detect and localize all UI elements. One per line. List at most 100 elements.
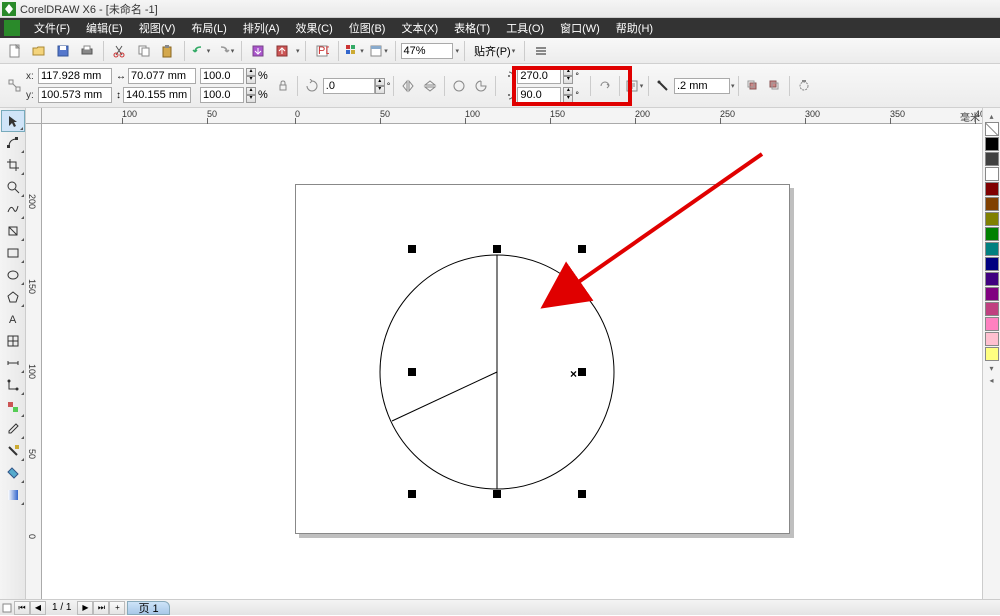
text-tool[interactable]: A: [1, 308, 25, 330]
crop-tool[interactable]: [1, 154, 25, 176]
scale-x-input[interactable]: 100.0: [200, 68, 244, 84]
open-button[interactable]: [28, 40, 50, 62]
app-launcher-button[interactable]: ▾: [344, 40, 366, 62]
swatch[interactable]: [985, 152, 999, 166]
menu-help[interactable]: 帮助(H): [608, 20, 661, 36]
menu-arrange[interactable]: 排列(A): [235, 20, 288, 36]
last-page-button[interactable]: ⏭: [93, 601, 109, 615]
menu-table[interactable]: 表格(T): [446, 20, 498, 36]
rectangle-tool[interactable]: [1, 242, 25, 264]
dimension-tool[interactable]: [1, 352, 25, 374]
swatch[interactable]: [985, 302, 999, 316]
prev-page-button[interactable]: ◀: [30, 601, 46, 615]
shape-tool[interactable]: [1, 132, 25, 154]
undo-button[interactable]: ▾: [190, 40, 212, 62]
handle-tr[interactable]: [578, 245, 586, 253]
menu-tools[interactable]: 工具(O): [498, 20, 552, 36]
height-input[interactable]: 140.155 mm: [123, 87, 191, 103]
menu-view[interactable]: 视图(V): [131, 20, 184, 36]
smart-fill-tool[interactable]: [1, 220, 25, 242]
handle-ml[interactable]: [408, 368, 416, 376]
convert-to-curves-button[interactable]: [793, 75, 815, 97]
export-button[interactable]: [271, 40, 293, 62]
palette-scroll-down[interactable]: ▾: [989, 364, 993, 373]
lock-ratio-button[interactable]: [272, 75, 294, 97]
pie-button[interactable]: [448, 75, 470, 97]
canvas-area[interactable]: 毫米 10050050100150200250300350400 2001501…: [26, 108, 982, 599]
rotation-input[interactable]: .0: [323, 78, 375, 94]
fill-tool[interactable]: [1, 462, 25, 484]
interactive-fill-tool[interactable]: [1, 484, 25, 506]
swatch[interactable]: [985, 197, 999, 211]
menu-effects[interactable]: 效果(C): [288, 20, 341, 36]
mirror-h-button[interactable]: [397, 75, 419, 97]
to-back-button[interactable]: [764, 75, 786, 97]
to-front-button[interactable]: [742, 75, 764, 97]
scale-y-down[interactable]: ▾: [246, 95, 256, 103]
page-tab-1[interactable]: 页 1: [127, 601, 169, 615]
width-input[interactable]: 70.077 mm: [128, 68, 196, 84]
swatch[interactable]: [985, 347, 999, 361]
swatch[interactable]: [985, 212, 999, 226]
rot-down[interactable]: ▾: [375, 86, 385, 94]
zoom-input[interactable]: 47%: [401, 43, 453, 59]
connector-tool[interactable]: [1, 374, 25, 396]
menu-bitmaps[interactable]: 位图(B): [341, 20, 394, 36]
canvas[interactable]: ×: [42, 124, 982, 599]
handle-bl[interactable]: [408, 490, 416, 498]
menu-window[interactable]: 窗口(W): [552, 20, 608, 36]
handle-mr[interactable]: [578, 368, 586, 376]
swatch[interactable]: [985, 182, 999, 196]
scale-x-up[interactable]: ▴: [246, 68, 256, 76]
freehand-tool[interactable]: [1, 198, 25, 220]
first-page-button[interactable]: ⏮: [14, 601, 30, 615]
y-input[interactable]: 100.573 mm: [38, 87, 112, 103]
rot-up[interactable]: ▴: [375, 78, 385, 86]
swatch[interactable]: [985, 242, 999, 256]
menu-edit[interactable]: 编辑(E): [78, 20, 131, 36]
swatch[interactable]: [985, 167, 999, 181]
pick-tool[interactable]: [1, 110, 25, 132]
zoom-tool[interactable]: [1, 176, 25, 198]
scale-y-up[interactable]: ▴: [246, 87, 256, 95]
next-page-button[interactable]: ▶: [77, 601, 93, 615]
center-marker[interactable]: ×: [570, 367, 577, 381]
interactive-tool[interactable]: [1, 396, 25, 418]
swatch[interactable]: [985, 137, 999, 151]
menu-file[interactable]: 文件(F): [26, 20, 78, 36]
snap-dropdown[interactable]: 贴齐(P) ▾: [470, 43, 519, 59]
outline-width-input[interactable]: .2 mm: [674, 78, 730, 94]
ellipse-tool[interactable]: [1, 264, 25, 286]
scale-x-down[interactable]: ▾: [246, 76, 256, 84]
palette-flyout[interactable]: ◂: [989, 376, 993, 385]
handle-br[interactable]: [578, 490, 586, 498]
handle-bm[interactable]: [493, 490, 501, 498]
cut-button[interactable]: [109, 40, 131, 62]
pie-shape[interactable]: [412, 249, 582, 494]
handle-tm[interactable]: [493, 245, 501, 253]
options-button[interactable]: [530, 40, 552, 62]
swatch[interactable]: [985, 272, 999, 286]
copy-button[interactable]: [133, 40, 155, 62]
outline-tool[interactable]: [1, 440, 25, 462]
swatch[interactable]: [985, 227, 999, 241]
x-input[interactable]: 117.928 mm: [38, 68, 112, 84]
mirror-v-button[interactable]: [419, 75, 441, 97]
swatch[interactable]: [985, 317, 999, 331]
outline-dropdown[interactable]: ▾: [731, 82, 735, 90]
print-button[interactable]: [76, 40, 98, 62]
eyedropper-tool[interactable]: [1, 418, 25, 440]
swatch[interactable]: [985, 287, 999, 301]
ruler-origin[interactable]: [26, 108, 42, 124]
welcome-button[interactable]: ▾: [368, 40, 390, 62]
table-tool[interactable]: [1, 330, 25, 352]
swatch[interactable]: [985, 332, 999, 346]
ruler-horizontal[interactable]: 毫米 10050050100150200250300350400: [42, 108, 982, 124]
ruler-vertical[interactable]: 200150100500: [26, 124, 42, 599]
zoom-dropdown[interactable]: ▾: [456, 47, 460, 55]
arc-button[interactable]: [470, 75, 492, 97]
publish-pdf-button[interactable]: PDF: [311, 40, 333, 62]
add-page-button[interactable]: [0, 601, 14, 615]
import-button[interactable]: [247, 40, 269, 62]
paste-button[interactable]: [157, 40, 179, 62]
